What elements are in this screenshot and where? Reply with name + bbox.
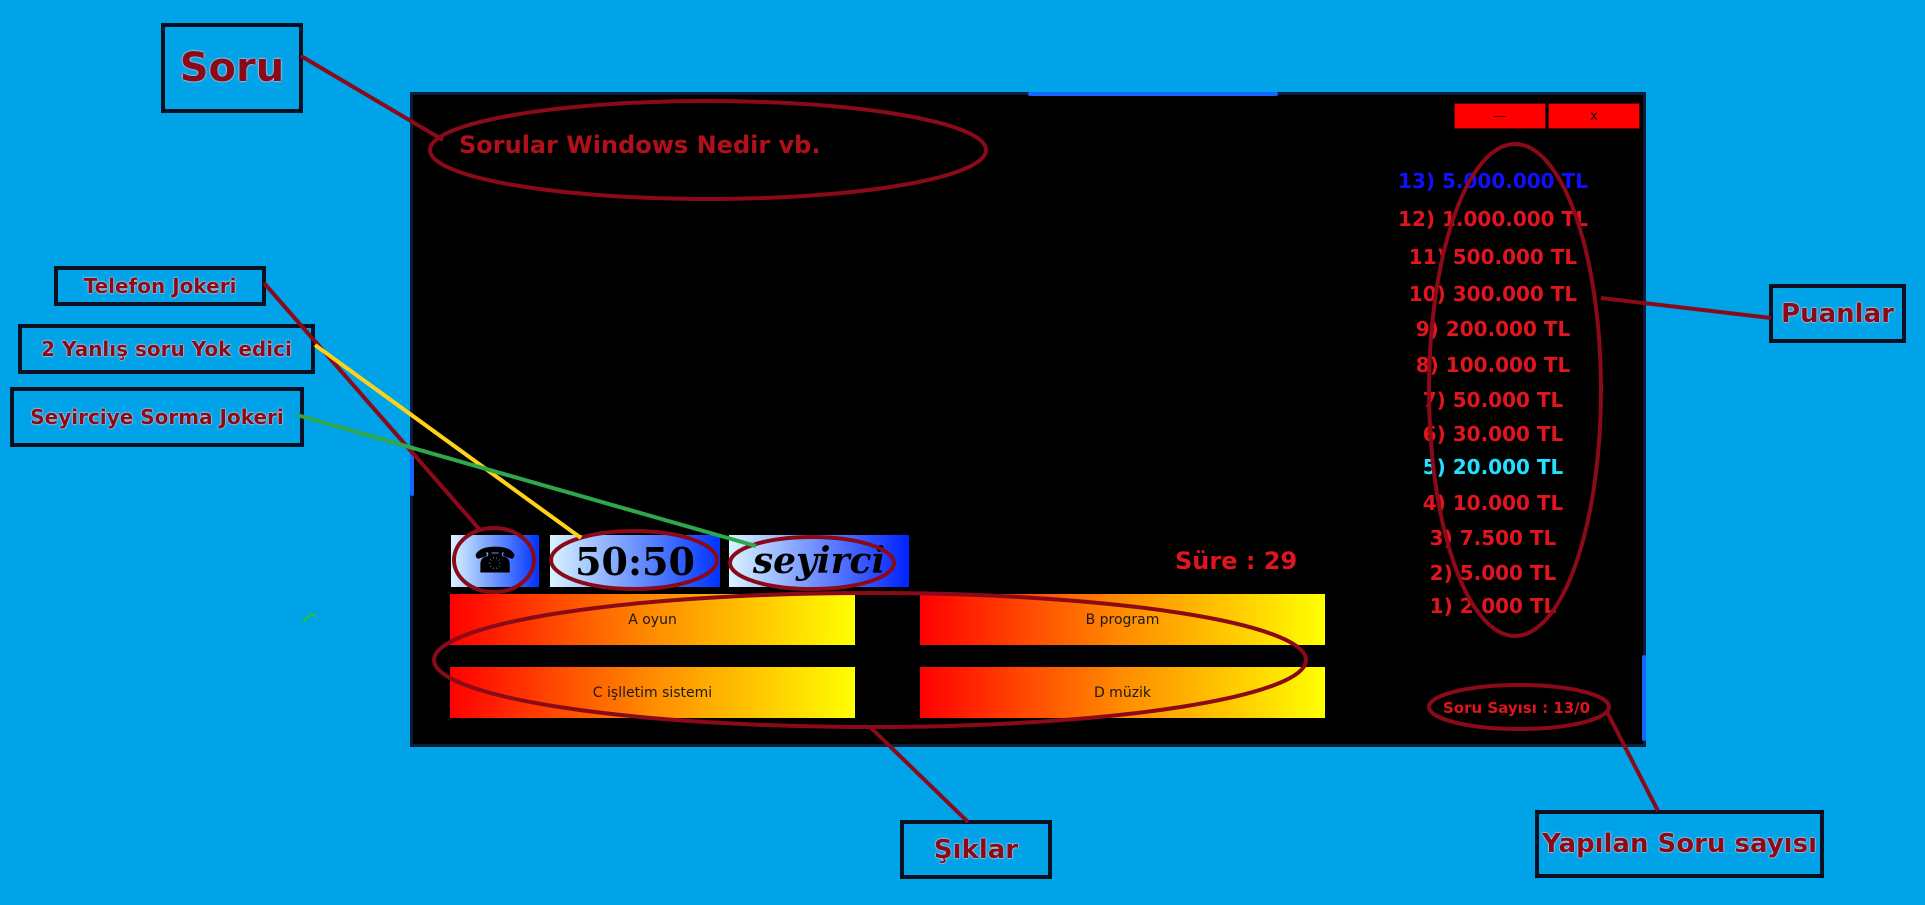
fifty-joker-ellipse: [549, 529, 719, 591]
question-ellipse: [428, 99, 988, 201]
yanlis-leader-line: [313, 343, 583, 540]
seyirci-leader-line: [296, 413, 757, 548]
question-count-ellipse: [1427, 683, 1611, 731]
siklar-leader-line: [868, 725, 970, 824]
telefon-leader-line: [262, 281, 482, 532]
answers-ellipse: [432, 591, 1308, 729]
soru-leader-line: [299, 54, 445, 142]
yapilan-leader-line: [1604, 709, 1660, 812]
cursor-icon: [302, 612, 318, 623]
prize-ladder-ellipse: [1427, 142, 1603, 638]
puanlar-leader-line: [1600, 296, 1772, 320]
phone-joker-ellipse: [452, 526, 536, 594]
annotation-overlay: [262, 54, 1772, 824]
